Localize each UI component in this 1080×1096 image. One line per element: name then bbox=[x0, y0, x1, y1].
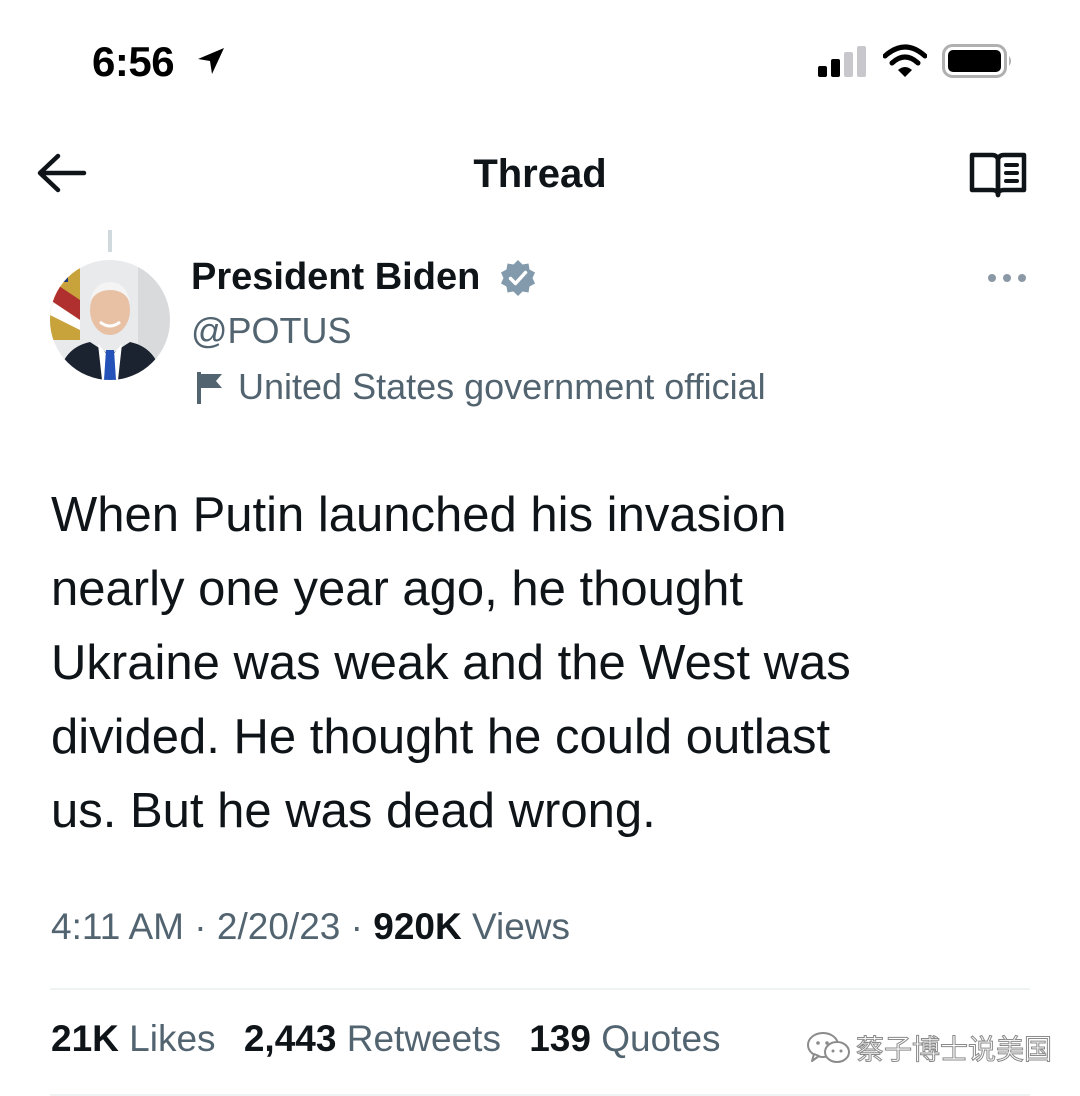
tweet-meta: 4:11 AM · 2/20/23 · 920K Views bbox=[51, 906, 570, 948]
navigation-bar: Thread bbox=[0, 130, 1080, 220]
cellular-signal-icon bbox=[818, 46, 866, 77]
status-time: 6:56 bbox=[92, 38, 175, 85]
battery-icon bbox=[942, 44, 1011, 78]
page-title: Thread bbox=[473, 152, 607, 196]
meta-separator: · bbox=[194, 906, 207, 947]
wechat-icon bbox=[807, 1032, 850, 1063]
tweet-date[interactable]: 2/20/23 bbox=[217, 906, 340, 947]
quotes-label: Quotes bbox=[601, 1018, 721, 1059]
tweet-time[interactable]: 4:11 AM bbox=[51, 906, 184, 947]
government-label-text: United States government official bbox=[238, 366, 766, 407]
location-arrow-icon bbox=[198, 48, 224, 74]
thread-connector-line bbox=[108, 230, 112, 252]
quotes-stat[interactable]: 139 Quotes bbox=[529, 1018, 720, 1059]
wifi-icon bbox=[883, 44, 927, 77]
author-handle[interactable]: @POTUS bbox=[191, 310, 352, 352]
likes-label: Likes bbox=[129, 1018, 216, 1059]
likes-count: 21K bbox=[51, 1018, 119, 1059]
retweets-stat[interactable]: 2,443 Retweets bbox=[244, 1018, 501, 1059]
meta-separator: · bbox=[350, 906, 363, 947]
verified-badge-icon[interactable] bbox=[498, 258, 538, 298]
author-display-name[interactable]: President Biden bbox=[191, 256, 480, 299]
reader-mode-icon[interactable] bbox=[968, 150, 1028, 200]
divider bbox=[50, 988, 1030, 990]
avatar-portrait bbox=[50, 260, 170, 380]
engagement-stats: 21K Likes 2,443 Retweets 139 Quotes bbox=[51, 1018, 739, 1060]
likes-stat[interactable]: 21K Likes bbox=[51, 1018, 216, 1059]
retweets-label: Retweets bbox=[346, 1018, 501, 1059]
status-bar: 6:56 bbox=[0, 0, 1080, 120]
views-label: Views bbox=[471, 906, 571, 947]
views-count: 920K bbox=[373, 906, 462, 947]
quotes-count: 139 bbox=[529, 1018, 591, 1059]
avatar[interactable] bbox=[50, 260, 170, 380]
retweets-count: 2,443 bbox=[243, 1018, 337, 1059]
watermark-text: 蔡子博士说美国 bbox=[855, 1033, 1053, 1067]
more-options-icon[interactable] bbox=[986, 268, 1028, 288]
flag-icon bbox=[197, 372, 222, 404]
tweet-text: When Putin launched his invasion nearly … bbox=[51, 488, 851, 838]
